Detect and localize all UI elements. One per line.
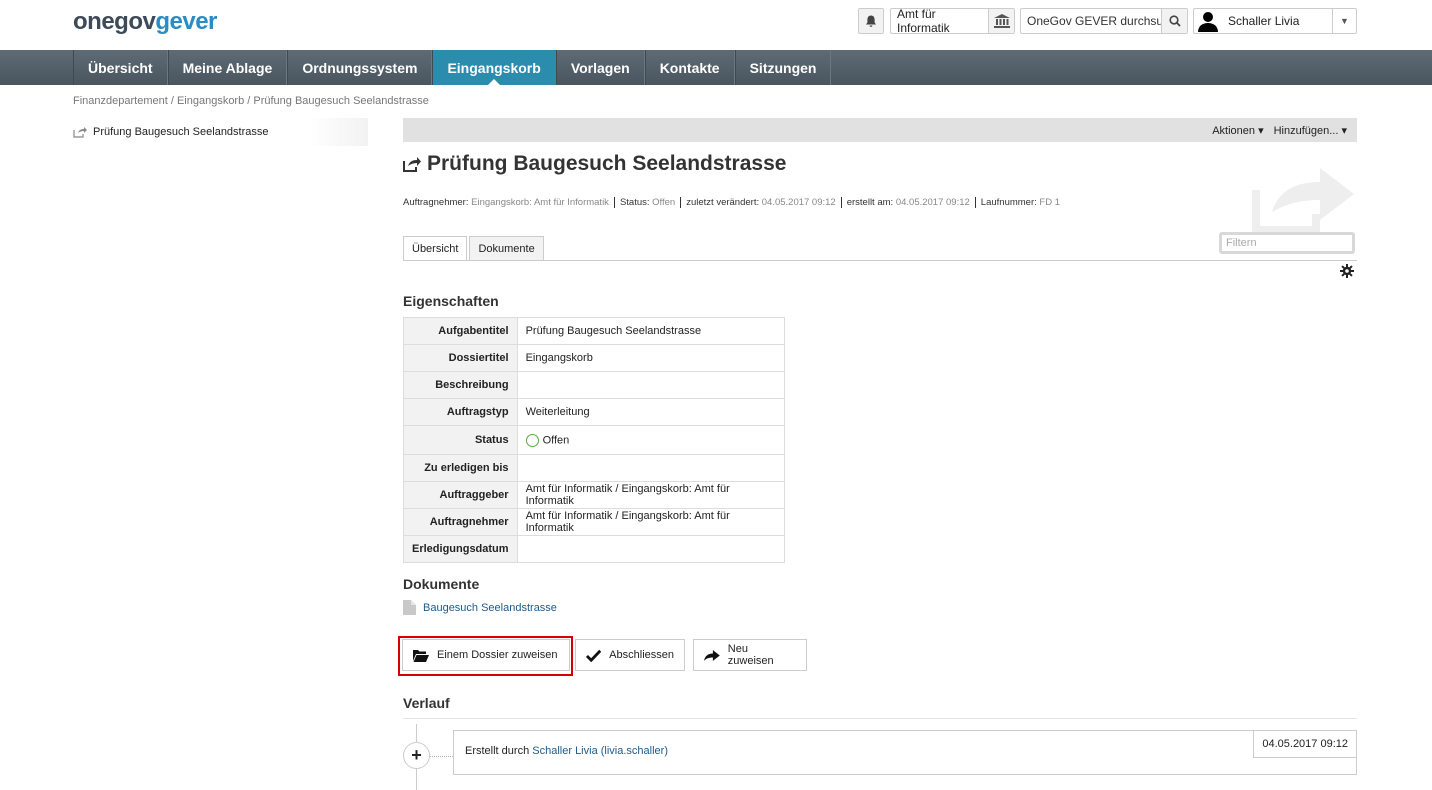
table-row: Status Offen xyxy=(403,425,786,455)
history-entry-text: Erstellt durch Schaller Livia (livia.sch… xyxy=(465,745,668,757)
timeline-connector xyxy=(430,756,453,757)
table-row: Aufgabentitel Prüfung Baugesuch Seelandst… xyxy=(403,317,786,345)
gear-icon[interactable] xyxy=(1340,264,1354,278)
meta-item: erstellt am: 04.05.2017 09:12 xyxy=(840,197,975,208)
properties-table: Aufgabentitel Prüfung Baugesuch Seelandst… xyxy=(403,317,786,563)
page-title: Prüfung Baugesuch Seelandstrasse xyxy=(403,152,786,176)
nav-item-meine-ablage[interactable]: Meine Ablage xyxy=(167,50,288,85)
history-entry: Erstellt durch Schaller Livia (livia.sch… xyxy=(453,730,1357,775)
search-box[interactable]: OneGov GEVER durchsuc xyxy=(1020,8,1188,34)
table-row: Erledigungsdatum xyxy=(403,535,786,563)
nav-item-ordnungssystem[interactable]: Ordnungssystem xyxy=(287,50,433,85)
page-title-text: Prüfung Baugesuch Seelandstrasse xyxy=(427,152,787,175)
nav-item-vorlagen[interactable]: Vorlagen xyxy=(555,50,645,85)
search-input[interactable]: OneGov GEVER durchsuc xyxy=(1021,14,1161,28)
meta-item: Status: Offen xyxy=(613,197,680,208)
nav-item-eingangskorb[interactable]: Eingangskorb xyxy=(432,50,556,85)
org-unit-selector[interactable]: Amt für Informatik xyxy=(890,7,1015,35)
table-row: Auftraggeber Amt für Informatik / Eingang… xyxy=(403,481,786,509)
chevron-down-icon[interactable]: ▼ xyxy=(1332,9,1356,33)
history-entry-user-link[interactable]: Schaller Livia (livia.schaller) xyxy=(532,745,668,757)
table-row: Auftragstyp Weiterleitung xyxy=(403,398,786,426)
user-name: Schaller Livia xyxy=(1228,14,1300,28)
meta-item: Auftragnehmer: Eingangskorb: Amt für Inf… xyxy=(403,197,609,208)
breadcrumb[interactable]: Finanzdepartement / Eingangskorb / Prüfu… xyxy=(73,95,429,107)
table-row: Dossiertitel Eingangskorb xyxy=(403,344,786,372)
properties-heading: Eigenschaften xyxy=(403,293,499,309)
tree-item-label: Prüfung Baugesuch Seelandstrasse xyxy=(93,126,269,138)
bell-icon xyxy=(866,15,876,27)
task-metadata: Auftragnehmer: Eingangskorb: Amt für Inf… xyxy=(403,197,1065,208)
history-heading: Verlauf xyxy=(403,695,450,711)
history-entry-date: 04.05.2017 09:12 xyxy=(1253,730,1357,758)
reassign-button[interactable]: Neu zuweisen xyxy=(693,639,807,671)
folder-open-icon xyxy=(413,649,429,662)
documents-heading: Dokumente xyxy=(403,576,480,592)
tree-item-task[interactable]: Prüfung Baugesuch Seelandstrasse xyxy=(73,126,269,138)
expand-history-button[interactable]: + xyxy=(403,742,430,769)
nav-item-uebersicht[interactable]: Übersicht xyxy=(73,50,168,85)
org-unit-label: Amt für Informatik xyxy=(897,7,950,35)
nav-item-sitzungen[interactable]: Sitzungen xyxy=(734,50,832,85)
table-row: Zu erledigen bis xyxy=(403,454,786,482)
meta-item: zuletzt verändert: 04.05.2017 09:12 xyxy=(680,197,840,208)
avatar xyxy=(1196,9,1220,33)
filter-input[interactable]: Filtern xyxy=(1219,232,1355,254)
tab-dokumente[interactable]: Dokumente xyxy=(469,236,544,260)
tab-uebersicht[interactable]: Übersicht xyxy=(403,236,468,260)
status-value: Offen xyxy=(542,433,570,446)
tab-divider xyxy=(403,260,1357,261)
tree-scroll-fade xyxy=(310,118,368,146)
document-link-label[interactable]: Baugesuch Seelandstrasse xyxy=(423,602,557,614)
checkmark-icon xyxy=(586,649,602,662)
forward-icon xyxy=(403,157,421,172)
nav-item-kontakte[interactable]: Kontakte xyxy=(644,50,735,85)
institution-icon xyxy=(988,9,1014,33)
actions-menu[interactable]: Aktionen ▾ xyxy=(1212,124,1263,137)
arrow-forward-icon xyxy=(704,649,720,661)
assign-to-dossier-button[interactable]: Einem Dossier zuweisen xyxy=(402,639,570,671)
meta-item: Laufnummer: FD 1 xyxy=(974,197,1065,208)
action-bar: Aktionen ▾ Hinzufügen... ▾ xyxy=(403,118,1357,142)
history-divider xyxy=(403,718,1357,719)
add-menu[interactable]: Hinzufügen... ▾ xyxy=(1274,124,1347,137)
notifications-button[interactable] xyxy=(858,8,884,34)
main-navigation: Übersicht Meine Ablage Ordnungssystem Ei… xyxy=(0,50,1432,85)
tab-bar: Übersicht Dokumente xyxy=(403,236,544,260)
complete-button[interactable]: Abschliessen xyxy=(575,639,685,671)
document-link[interactable]: Baugesuch Seelandstrasse xyxy=(403,600,557,615)
onegov-gever-logo[interactable]: onegovgever xyxy=(73,8,217,36)
user-menu[interactable]: Schaller Livia ▼ xyxy=(1193,8,1357,34)
plus-icon: + xyxy=(411,745,422,765)
forward-icon xyxy=(73,127,87,138)
document-icon xyxy=(403,600,416,615)
status-open-icon xyxy=(525,433,539,447)
table-row: Beschreibung xyxy=(403,371,786,399)
forwarding-watermark-icon xyxy=(1252,168,1354,234)
search-icon[interactable] xyxy=(1161,9,1187,33)
table-row: Auftragnehmer Amt für Informatik / Eingan… xyxy=(403,508,786,536)
